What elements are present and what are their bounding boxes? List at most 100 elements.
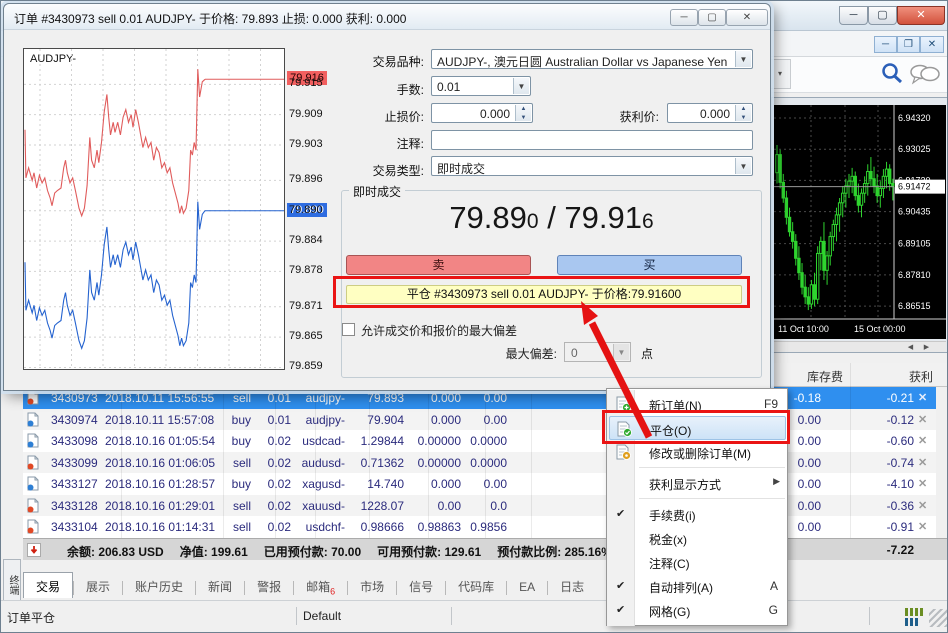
deviation-checkbox-label: 允许成交价和报价的最大偏差: [361, 322, 517, 339]
sell-button[interactable]: 卖: [346, 255, 531, 275]
resize-grip[interactable]: [929, 609, 947, 627]
tab-警报[interactable]: 警报: [245, 573, 293, 599]
symbol-select[interactable]: AUDJPY-, 澳元日圆 Australian Dollar vs Japan…: [431, 49, 753, 69]
order-row[interactable]: 34331282018.10.16 01:29:01sell0.02xauusd…: [23, 495, 936, 517]
volume-label: 手数:: [329, 81, 424, 98]
stoploss-input[interactable]: 0.000 ▲▼: [431, 103, 533, 123]
buy-button[interactable]: 买: [557, 255, 742, 275]
cell-sl: 0.000: [431, 413, 461, 427]
chevron-down-icon[interactable]: ▼: [735, 158, 751, 174]
close-position-button[interactable]: 平仓 #3430973 sell 0.01 AUDJPY- 于价格:79.916…: [346, 285, 742, 304]
cell-tp: 0.00: [484, 477, 507, 491]
cell-sl: 0.00: [438, 499, 461, 513]
volume-select[interactable]: 0.01 ▼: [431, 76, 531, 96]
svg-text:6.89105: 6.89105: [898, 239, 931, 249]
main-maximize-button[interactable]: ▢: [868, 6, 897, 25]
max-deviation-select[interactable]: 0 ▼: [564, 342, 631, 362]
cell-order: 3433128: [51, 499, 98, 513]
spinner-arrows-icon[interactable]: ▲▼: [735, 105, 751, 121]
order-row[interactable]: 34309742018.10.11 15:57:08buy0.01audjpy-…: [23, 409, 936, 431]
tick-axis-label: 79.865: [289, 330, 323, 342]
close-order-x-button[interactable]: ✕: [918, 520, 927, 533]
main-minimize-button[interactable]: ─: [839, 6, 868, 25]
balance-icon: [27, 543, 41, 557]
balance-segment: 已用预付款: 70.00: [264, 545, 361, 559]
cell-sl: 0.00000: [418, 456, 461, 470]
chevron-down-icon[interactable]: ▼: [513, 78, 529, 94]
toolbar-dropdown-button[interactable]: ▾: [769, 59, 791, 89]
scroll-left-icon[interactable]: ◀: [904, 343, 917, 352]
takeprofit-input[interactable]: 0.000 ▲▼: [667, 103, 753, 123]
close-order-x-button[interactable]: ✕: [918, 456, 927, 469]
svg-text:6.91472: 6.91472: [898, 182, 931, 192]
menu-item-自动排列(A)[interactable]: ✔自动排列(A)A: [609, 574, 786, 598]
cell-profit: -0.21: [887, 391, 914, 405]
scroll-right-icon[interactable]: ▶: [920, 343, 933, 352]
dialog-titlebar[interactable]: 订单 #3430973 sell 0.01 AUDJPY- 于价格: 79.89…: [4, 4, 770, 30]
deviation-checkbox[interactable]: [342, 323, 355, 336]
tab-账户历史[interactable]: 账户历史: [123, 573, 195, 599]
dialog-maximize-button[interactable]: ▢: [698, 9, 726, 26]
order-dialog: 订单 #3430973 sell 0.01 AUDJPY- 于价格: 79.89…: [3, 3, 771, 391]
cell-lots: 0.01: [268, 413, 291, 427]
cell-lots: 0.01: [268, 391, 291, 405]
spinner-arrows-icon[interactable]: ▲▼: [515, 105, 531, 121]
chart-restore-button[interactable]: ❐: [897, 36, 920, 53]
chat-icon[interactable]: [909, 63, 941, 87]
chart-horizontal-scrollbar[interactable]: ◀ ▶: [774, 341, 946, 352]
search-icon[interactable]: [879, 61, 905, 87]
order-type-select[interactable]: 即时成交 ▼: [431, 156, 753, 176]
comment-input[interactable]: [431, 130, 753, 150]
chart-close-button[interactable]: ✕: [920, 36, 944, 53]
dialog-close-button[interactable]: ✕: [726, 9, 768, 26]
tab-EA[interactable]: EA: [507, 575, 547, 601]
menu-separator: [639, 467, 785, 468]
menu-item-label: 手续费(i): [649, 507, 696, 524]
tab-邮箱[interactable]: 邮箱6: [294, 573, 347, 599]
dialog-minimize-button[interactable]: ─: [670, 9, 698, 26]
cell-symbol: xauusd-: [302, 499, 345, 513]
menu-item-税金(x)[interactable]: 税金(x): [609, 526, 786, 550]
order-row[interactable]: 34331272018.10.16 01:28:57buy0.02xagusd-…: [23, 473, 936, 495]
chevron-down-icon[interactable]: ▼: [735, 51, 751, 67]
tab-信号[interactable]: 信号: [397, 573, 445, 599]
tab-交易[interactable]: 交易: [23, 572, 73, 598]
tab-新闻[interactable]: 新闻: [196, 573, 244, 599]
menu-item-平仓(O)[interactable]: 平仓(O): [609, 416, 786, 440]
status-separator: [869, 607, 870, 625]
menu-item-新订单(N)[interactable]: 新订单(N)F9: [609, 392, 786, 416]
column-header-profit[interactable]: 获利: [909, 368, 933, 385]
menu-item-注释(C)[interactable]: 注释(C): [609, 550, 786, 574]
order-row[interactable]: 34330982018.10.16 01:05:54buy0.02usdcad-…: [23, 430, 936, 452]
close-order-x-button[interactable]: ✕: [918, 499, 927, 512]
order-row[interactable]: 34330992018.10.16 01:06:05sell0.02audusd…: [23, 452, 936, 474]
svg-text:6.90435: 6.90435: [898, 207, 931, 217]
tab-展示[interactable]: 展示: [74, 573, 122, 599]
order-row[interactable]: 34331042018.10.16 01:14:31sell0.02usdchf…: [23, 516, 936, 538]
sell-order-icon: [27, 519, 39, 534]
main-close-button[interactable]: ✕: [897, 6, 945, 25]
tab-代码库[interactable]: 代码库: [446, 573, 506, 599]
menu-item-修改或删除订单(M)[interactable]: 修改或删除订单(M): [609, 440, 786, 464]
tab-市场[interactable]: 市场: [348, 573, 396, 599]
new-order-icon: [615, 396, 631, 412]
column-header-swap[interactable]: 库存费: [807, 368, 843, 385]
volume-value: 0.01: [437, 80, 460, 94]
close-order-x-button[interactable]: ✕: [918, 413, 927, 426]
menu-item-手续费(i)[interactable]: ✔手续费(i): [609, 502, 786, 526]
buy-order-icon: [27, 412, 39, 427]
menu-item-label: 注释(C): [649, 555, 690, 572]
chart-minimize-button[interactable]: ─: [874, 36, 897, 53]
cell-swap: 0.00: [798, 499, 821, 513]
tick-axis-label: 79.903: [289, 138, 323, 150]
close-order-x-button[interactable]: ✕: [918, 434, 927, 447]
menu-item-获利显示方式[interactable]: 获利显示方式▶: [609, 471, 786, 495]
svg-text:6.87810: 6.87810: [898, 270, 931, 280]
tab-日志[interactable]: 日志: [548, 573, 596, 599]
menu-item-网格(G)[interactable]: ✔网格(G)G: [609, 598, 786, 622]
close-order-x-button[interactable]: ✕: [918, 477, 927, 490]
tick-axis-label: 79.915: [289, 77, 323, 89]
close-order-x-button[interactable]: ✕: [918, 391, 927, 404]
candle-chart[interactable]: 6.943206.930256.917306.904356.891056.878…: [774, 105, 946, 339]
cell-sl: 0.000: [431, 391, 461, 405]
